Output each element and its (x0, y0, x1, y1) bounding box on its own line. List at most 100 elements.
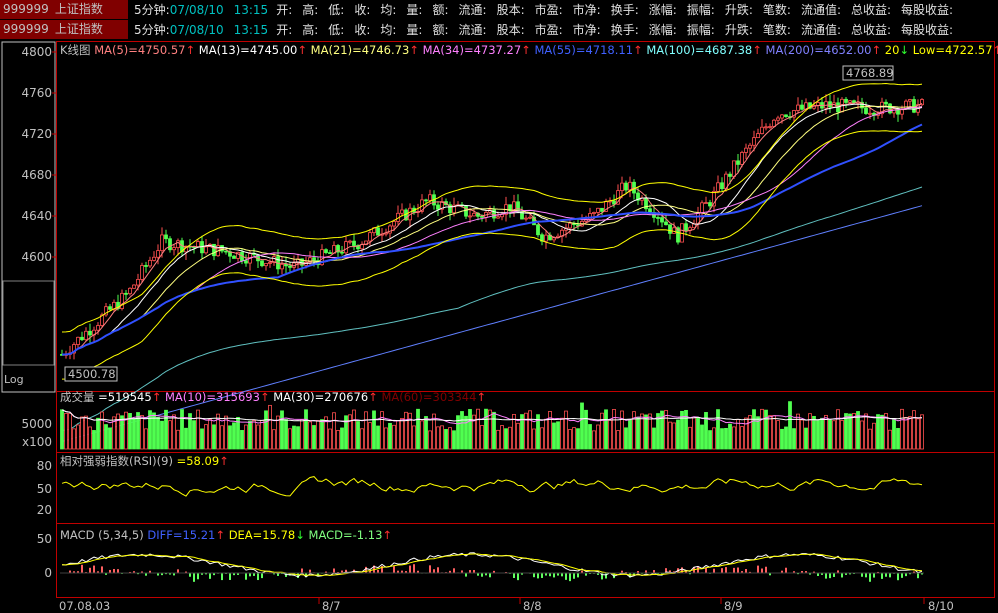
y-tick-label: 20 (37, 503, 52, 517)
volume-bar (256, 424, 260, 450)
y-tick-label: 80 (37, 459, 52, 473)
candle-body (784, 114, 788, 117)
candle-body (324, 249, 328, 254)
volume-bar (388, 422, 392, 450)
volume-bar (284, 419, 288, 450)
indicator-value: MA(30)=270676 (273, 390, 368, 404)
indicator-value: MA(10)=315693 (165, 390, 260, 404)
ma21-line (61, 105, 923, 355)
panel-title: 成交量 (60, 390, 98, 404)
volume-bar (480, 425, 484, 450)
candle-body (376, 227, 380, 236)
ma55-line (61, 123, 923, 356)
volume-bar (676, 419, 680, 450)
volume-bar (616, 430, 620, 450)
volume-bar (364, 411, 368, 450)
volume-bar (96, 417, 100, 450)
candle-body (720, 182, 724, 190)
candle-body (544, 234, 548, 242)
candle-body (348, 240, 352, 243)
ma13-line (61, 103, 923, 355)
macd-indicator-legend: MACD (5,34,5) DIFF=15.21↑ DEA=15.78↓ MAC… (60, 528, 392, 542)
volume-bar (920, 414, 924, 450)
arrow-up-icon: ↑ (752, 43, 765, 57)
volume-bar (696, 417, 700, 450)
candle-body (664, 221, 668, 226)
volume-bar (428, 430, 432, 450)
candle-body (756, 133, 760, 139)
volume-bar (872, 422, 876, 450)
volume-bar (484, 408, 488, 450)
x-tick-label: 8/10 (928, 599, 954, 613)
candle-body (744, 147, 748, 153)
candle-body (120, 292, 124, 309)
candle-body (768, 126, 772, 128)
volume-bar (880, 414, 884, 450)
volume-bar (620, 410, 624, 450)
volume-bar (888, 429, 892, 450)
volume-bar (348, 414, 352, 450)
macd-series-layer (60, 552, 924, 582)
volume-bar (440, 425, 444, 450)
ma5-line (61, 100, 923, 355)
volume-bar (460, 411, 464, 450)
volume-bar (836, 409, 840, 450)
volume-bar (860, 420, 864, 450)
y-tick-label: 50 (37, 482, 52, 496)
candle-body (760, 126, 764, 134)
y-tick-label: 50 (37, 532, 52, 546)
candle-body (568, 222, 572, 229)
volume-bar (908, 416, 912, 450)
arrow-up-icon: ↑ (368, 390, 381, 404)
volume-bar (316, 420, 320, 450)
candle-body (596, 207, 600, 213)
volume-bar (504, 428, 508, 450)
arrow-up-icon: ↑ (215, 528, 228, 542)
rsi-line (61, 476, 923, 497)
indicator-value: MA(100)=4687.38 (646, 43, 752, 57)
volume-bar (792, 428, 796, 450)
thumbnail-box[interactable] (2, 280, 55, 366)
volume-bar (100, 411, 104, 450)
volume-bar (268, 404, 272, 450)
stock-chart-canvas[interactable]: Log 4800 4760 4720 4680 4640 4600 5000 x… (0, 0, 998, 613)
price-indicator-legend: K线图 MA(5)=4750.57↑ MA(13)=4745.00↑ MA(21… (60, 43, 998, 57)
volume-bar (824, 414, 828, 450)
volume-bar (88, 426, 92, 450)
volume-bar (876, 414, 880, 450)
volume-bar (300, 419, 304, 450)
arrow-up-icon: ↑ (409, 43, 422, 57)
candle-body (232, 255, 236, 259)
candle-body (656, 217, 660, 219)
candle-body (96, 325, 100, 331)
y-tick-label: 4640 (21, 209, 52, 223)
volume-bar (448, 427, 452, 450)
volume-bar (864, 413, 868, 450)
candle-body (352, 240, 356, 246)
candle-body (472, 212, 476, 217)
candle-body (148, 259, 152, 267)
volume-bar (192, 420, 196, 450)
candle-body (672, 227, 676, 234)
candle-body (88, 330, 92, 336)
volume-bar (652, 427, 656, 450)
volume-bar (524, 412, 528, 450)
volume-bar (400, 418, 404, 450)
candle-body (152, 256, 156, 261)
volume-bar (772, 415, 776, 450)
ma200-line (61, 205, 923, 442)
volume-bar (568, 429, 572, 450)
log-scale-toggle[interactable]: Log (4, 373, 24, 386)
indicator-value: MA(34)=4737.27 (423, 43, 522, 57)
volume-bar (140, 415, 144, 450)
panel-title: 相对强弱指数(RSI)(9) (60, 454, 177, 468)
y-tick-label: 4800 (21, 45, 52, 59)
x-tick-label: 07.08.03 (59, 599, 110, 613)
volume-bar (144, 428, 148, 450)
volume-series-layer (60, 401, 924, 450)
volume-bar (552, 422, 556, 450)
candle-body (728, 173, 732, 177)
arrow-up-icon: ↑ (152, 390, 165, 404)
volume-bar (564, 410, 568, 450)
volume-bar (452, 430, 456, 450)
